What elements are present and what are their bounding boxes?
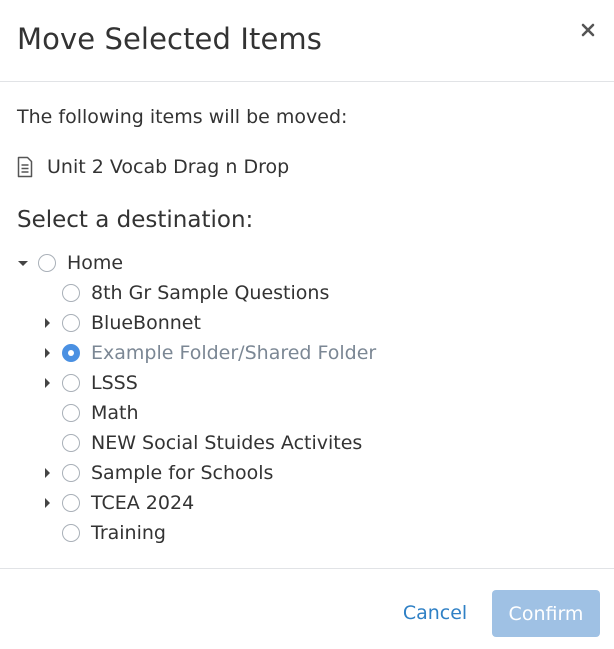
dialog-footer: Cancel Confirm [0, 568, 614, 649]
caret-down-icon[interactable] [17, 257, 29, 269]
radio-bluebonnet[interactable] [62, 314, 80, 332]
radio-lsss[interactable] [62, 374, 80, 392]
radio-training[interactable] [62, 524, 80, 542]
tree-node-8th-gr-sample-questions[interactable]: 8th Gr Sample Questions [0, 278, 400, 308]
caret-right-icon[interactable] [42, 377, 54, 389]
moved-item: Unit 2 Vocab Drag n Drop [17, 153, 289, 181]
confirm-button[interactable]: Confirm [492, 590, 600, 637]
dialog-header: Move Selected Items [0, 0, 614, 82]
caret-right-icon[interactable] [42, 497, 54, 509]
tree-node-new-social-stuides-activites[interactable]: NEW Social Stuides Activites [0, 428, 420, 458]
radio-sample-for-schools[interactable] [62, 464, 80, 482]
tree-node-label: BlueBonnet [91, 312, 201, 334]
tree-node-label: TCEA 2024 [91, 492, 195, 514]
tree-node-bluebonnet[interactable]: BlueBonnet [0, 308, 400, 338]
tree-node-sample-for-schools[interactable]: Sample for Schools [0, 458, 400, 488]
tree-node-label: Example Folder/Shared Folder [91, 342, 377, 364]
close-icon[interactable] [578, 18, 598, 42]
radio-tcea-2024[interactable] [62, 494, 80, 512]
dialog-title: Move Selected Items [17, 22, 322, 56]
tree-node-home[interactable]: Home [0, 248, 300, 278]
radio-home[interactable] [38, 254, 56, 272]
tree-node-label: NEW Social Stuides Activites [91, 432, 363, 454]
destination-heading: Select a destination: [17, 207, 254, 233]
tree-node-lsss[interactable]: LSSS [0, 368, 400, 398]
tree-node-example-folder-shared-folder[interactable]: Example Folder/Shared Folder [0, 338, 420, 368]
tree-node-label: Math [91, 402, 139, 424]
tree-node-training[interactable]: Training [0, 518, 400, 548]
caret-right-icon[interactable] [42, 467, 54, 479]
tree-node-label: Sample for Schools [91, 462, 274, 484]
move-items-dialog: Move Selected Items The following items … [0, 0, 614, 648]
radio-8th-gr-sample-questions[interactable] [62, 284, 80, 302]
caret-right-icon[interactable] [42, 317, 54, 329]
tree-node-label: LSSS [91, 372, 138, 394]
intro-text: The following items will be moved: [17, 106, 348, 128]
tree-node-label: Home [67, 252, 124, 274]
document-icon [17, 156, 33, 178]
cancel-button[interactable]: Cancel [392, 589, 478, 636]
tree-node-label: 8th Gr Sample Questions [91, 282, 330, 304]
tree-node-math[interactable]: Math [0, 398, 400, 428]
radio-math[interactable] [62, 404, 80, 422]
moved-item-label: Unit 2 Vocab Drag n Drop [47, 156, 290, 178]
radio-example-folder-shared-folder[interactable] [62, 344, 80, 362]
radio-new-social-stuides-activites[interactable] [62, 434, 80, 452]
caret-right-icon[interactable] [42, 347, 54, 359]
tree-node-tcea-2024[interactable]: TCEA 2024 [0, 488, 400, 518]
tree-node-label: Training [91, 522, 166, 544]
